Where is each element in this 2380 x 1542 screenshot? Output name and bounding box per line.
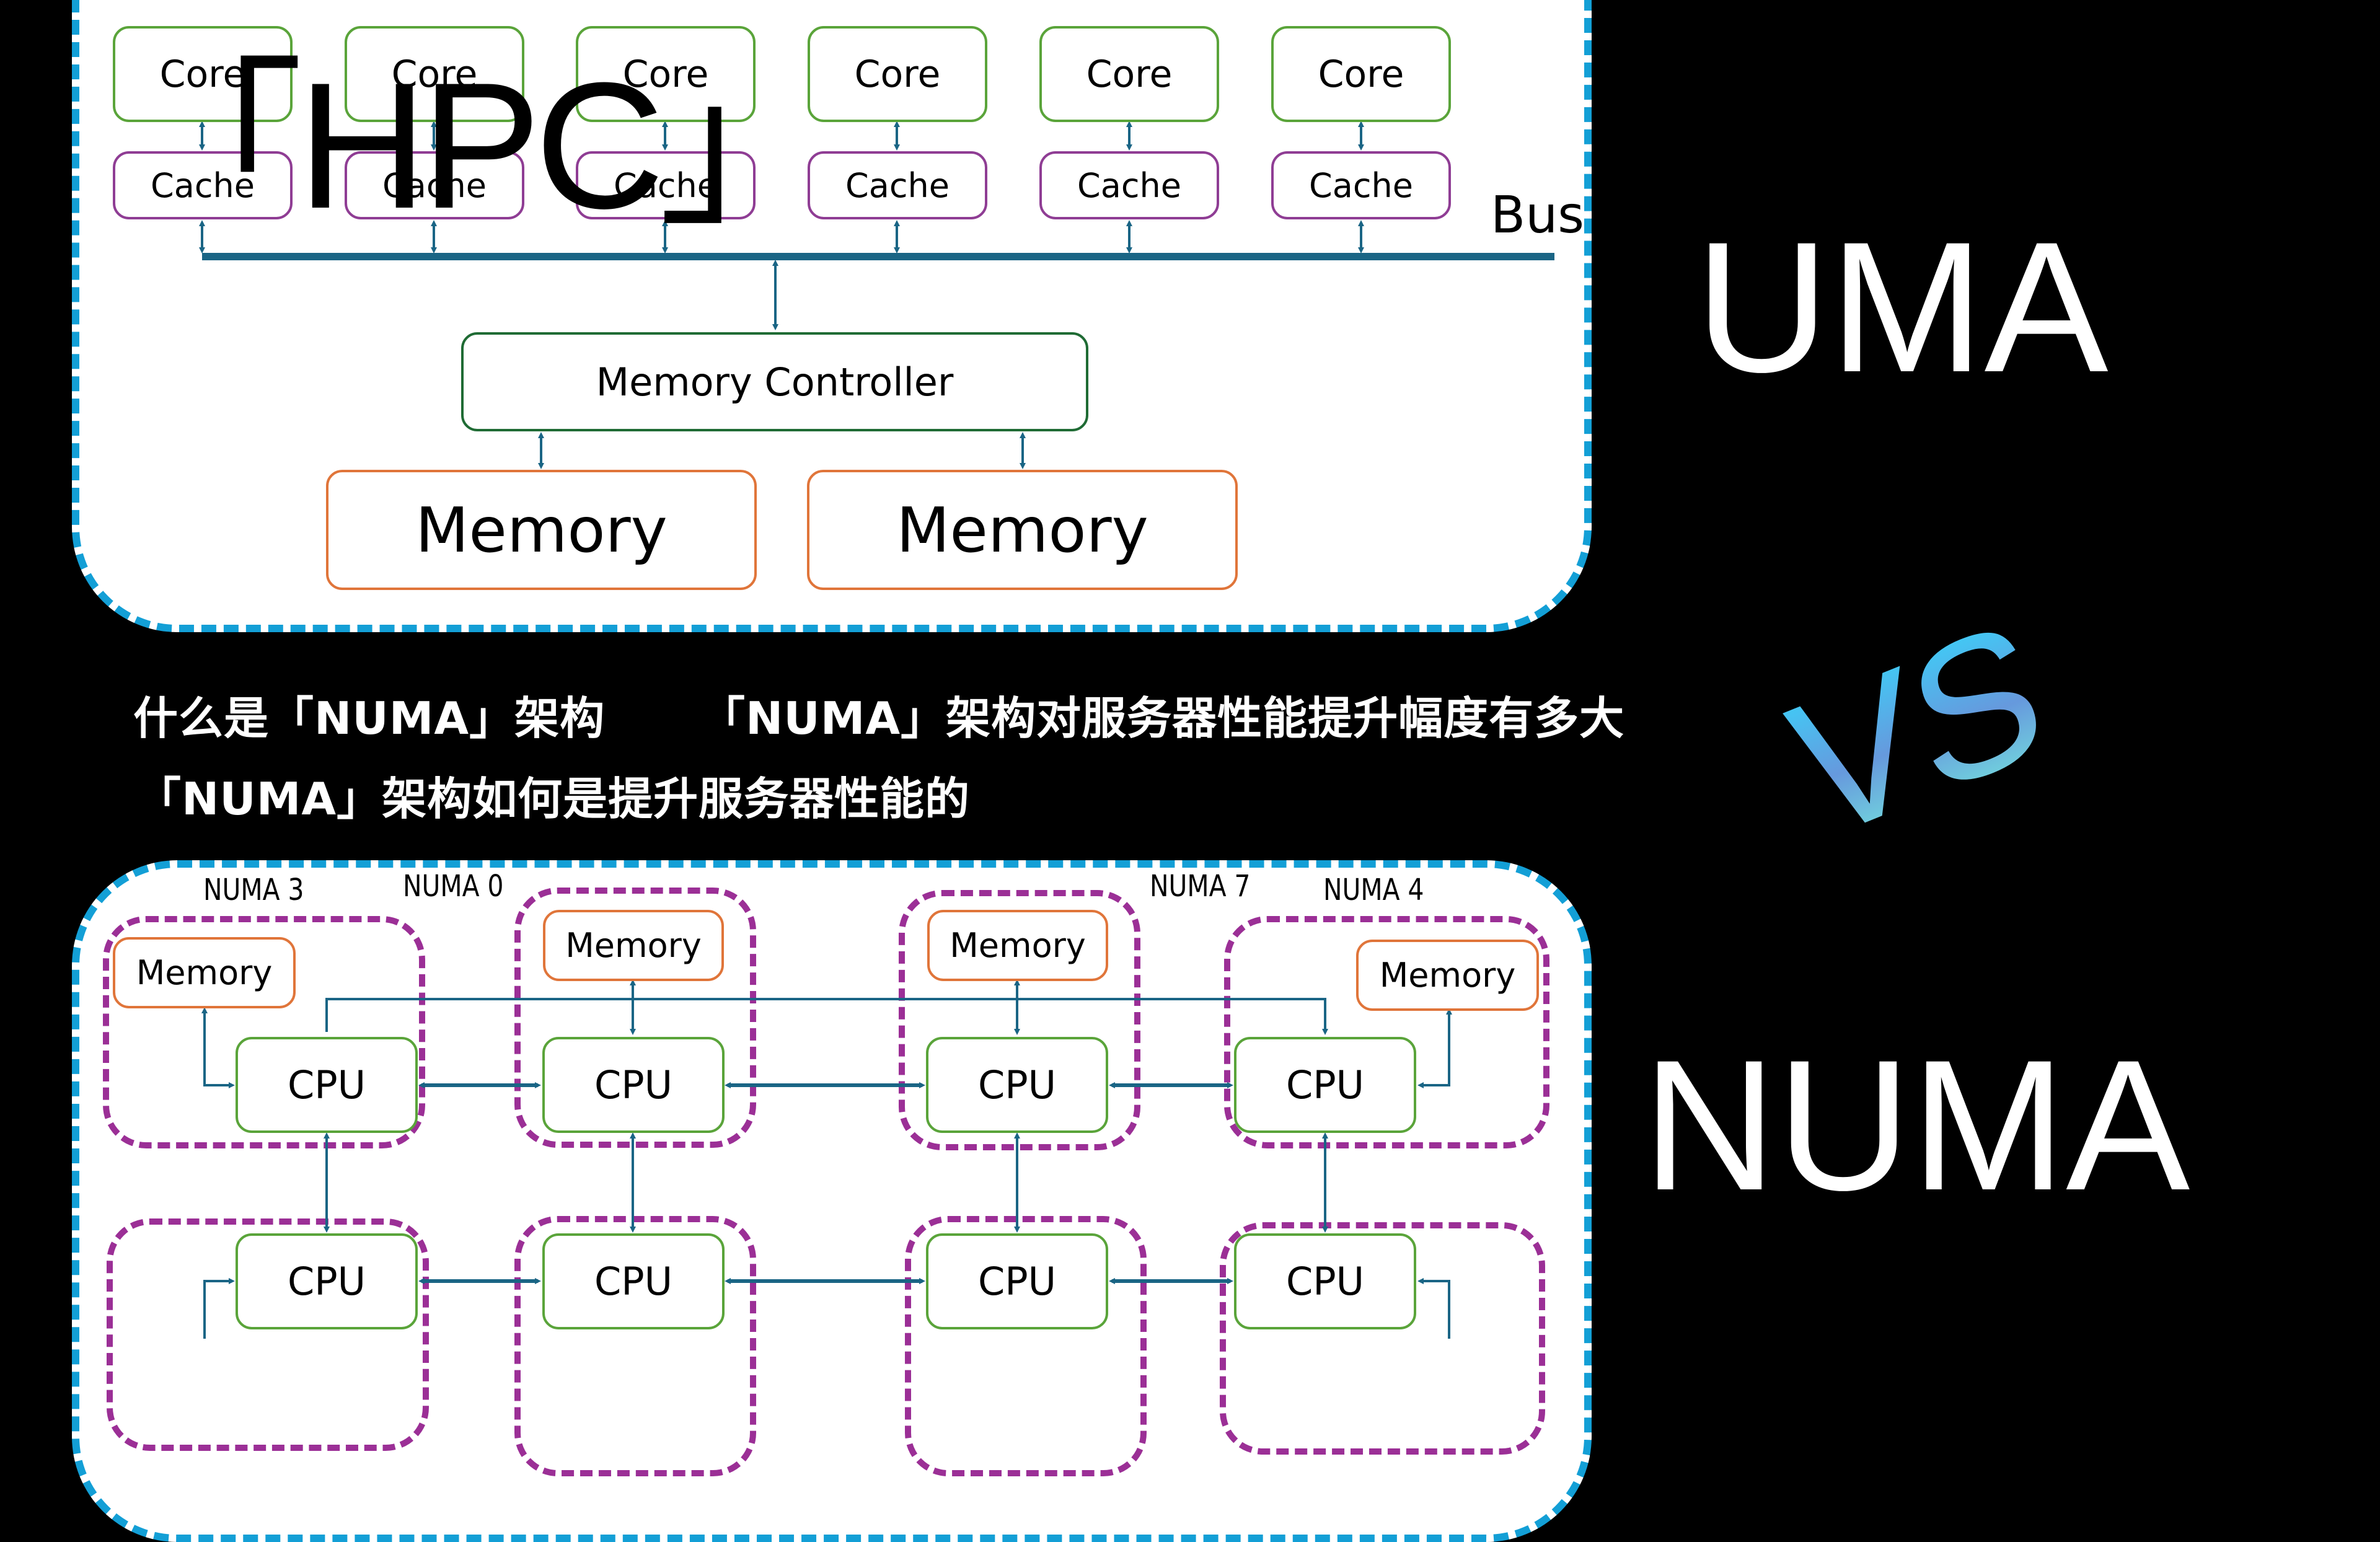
- interconnect-line: [325, 998, 1328, 1035]
- memory-cpu-link: [1417, 1278, 1450, 1339]
- numa-memory-box: Memory: [927, 910, 1108, 981]
- cpu-box: CPU: [236, 1037, 418, 1133]
- numa-wires: [201, 979, 1452, 1339]
- memory-cpu-link: [1417, 1008, 1452, 1088]
- cpu-box: CPU: [926, 1233, 1108, 1329]
- numa-memory-box: Memory: [113, 937, 296, 1008]
- numa-memory-box: Memory: [1356, 940, 1539, 1011]
- cpu-box: CPU: [542, 1037, 725, 1133]
- cpu-box: CPU: [1234, 1037, 1416, 1133]
- numa-memory-box: Memory: [543, 910, 724, 981]
- cpu-box: CPU: [926, 1037, 1108, 1133]
- cpu-box: CPU: [542, 1233, 725, 1329]
- memory-cpu-link: [201, 1007, 235, 1088]
- memory-cpu-link: [203, 1278, 235, 1339]
- cpu-box: CPU: [236, 1233, 418, 1329]
- cpu-box: CPU: [1234, 1233, 1416, 1329]
